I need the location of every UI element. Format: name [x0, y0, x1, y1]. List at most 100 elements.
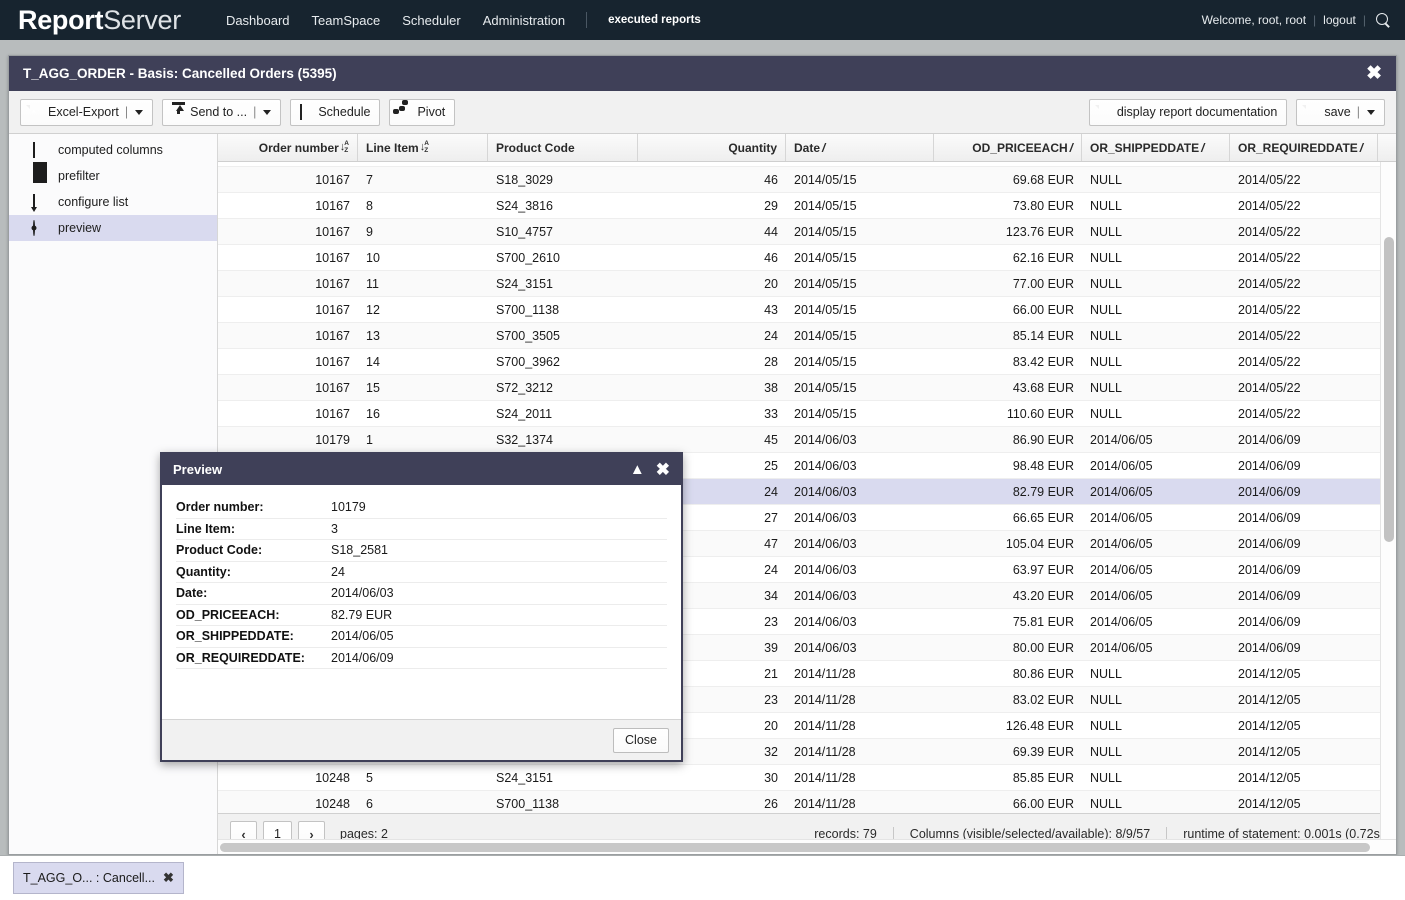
save-button[interactable]: save|: [1296, 99, 1385, 126]
table-row[interactable]: 101678S24_3816292014/05/1573.80 EURNULL2…: [218, 193, 1396, 219]
sidebar-item-computed-columns[interactable]: computed columns: [9, 137, 217, 163]
column-header-label: Date: [794, 141, 820, 155]
menu-divider: [586, 12, 587, 28]
dialog-field-row: OD_PRICEEACH:82.79 EUR: [176, 605, 667, 627]
table-cell-shipped: 2014/06/05: [1082, 453, 1230, 478]
table-cell-price: 69.68 EUR: [934, 167, 1082, 192]
table-row[interactable]: 101791S32_1374452014/06/0386.90 EUR2014/…: [218, 427, 1396, 453]
table-cell-required: 2014/06/09: [1230, 479, 1378, 504]
close-icon[interactable]: ✖: [656, 461, 670, 478]
chevron-down-icon[interactable]: [263, 110, 271, 115]
table-cell-price: 105.04 EUR: [934, 531, 1082, 556]
menu-item-administration[interactable]: Administration: [472, 13, 576, 28]
table-cell-line: 1: [358, 427, 488, 452]
filter-indicator-icon[interactable]: /: [822, 141, 825, 155]
table-cell-date: 2014/05/15: [786, 245, 934, 270]
table-cell-line: 11: [358, 271, 488, 296]
column-header-quantity[interactable]: Quantity: [638, 134, 786, 161]
search-icon[interactable]: [1376, 13, 1391, 28]
table-row[interactable]: 1016716S24_2011332014/05/15110.60 EURNUL…: [218, 401, 1396, 427]
horizontal-scrollbar-thumb[interactable]: [220, 843, 1370, 852]
schedule-button[interactable]: Schedule: [290, 99, 380, 126]
sidebar-item-configure-list[interactable]: configure list: [9, 189, 217, 215]
table-cell-price: 98.48 EUR: [934, 453, 1082, 478]
menu-item-executed-reports[interactable]: executed reports: [597, 14, 712, 26]
chevron-down-icon[interactable]: [1367, 110, 1375, 115]
column-header-product-code[interactable]: Product Code: [488, 134, 638, 161]
table-cell-date: 2014/11/28: [786, 687, 934, 712]
table-cell-line: 6: [358, 162, 488, 166]
table-row[interactable]: 1016711S24_3151202014/05/1577.00 EURNULL…: [218, 271, 1396, 297]
menu-item-teamspace[interactable]: TeamSpace: [301, 13, 392, 28]
vertical-scrollbar[interactable]: [1380, 162, 1396, 839]
table-cell-shipped: NULL: [1082, 661, 1230, 686]
taskbar-tab[interactable]: T_AGG_O... : Cancell... ✖: [13, 862, 184, 894]
column-header-label: OD_PRICEEACH: [972, 141, 1067, 155]
table-cell-price: 80.00 EUR: [934, 635, 1082, 660]
table-cell-line: 12: [358, 297, 488, 322]
dialog-field-value: 2014/06/03: [331, 586, 394, 600]
column-header-od-priceeach[interactable]: OD_PRICEEACH/: [934, 134, 1082, 161]
table-cell-required: 2014/06/09: [1230, 453, 1378, 478]
table-row[interactable]: 101679S10_4757442014/05/15123.76 EURNULL…: [218, 219, 1396, 245]
pivot-button[interactable]: Pivot: [389, 99, 455, 126]
column-header-or-shippeddate[interactable]: OR_SHIPPEDDATE/: [1082, 134, 1230, 161]
sort-indicator-icon[interactable]: ↓AZ: [340, 141, 349, 154]
filter-indicator-icon[interactable]: /: [1070, 141, 1073, 155]
close-button[interactable]: Close: [613, 728, 669, 753]
chevron-down-icon[interactable]: [135, 110, 143, 115]
table-cell-required: 2014/05/22: [1230, 401, 1378, 426]
table-cell-price: 63.97 EUR: [934, 557, 1082, 582]
table-cell-order: 10167: [218, 167, 358, 192]
table-cell-shipped: 2014/06/05: [1082, 505, 1230, 530]
dialog-field-row: Order number:10179: [176, 497, 667, 519]
table-cell-required: 2014/05/22: [1230, 271, 1378, 296]
table-row[interactable]: 1016710S700_2610462014/05/1562.16 EURNUL…: [218, 245, 1396, 271]
table-cell-line: 16: [358, 401, 488, 426]
filter-indicator-icon[interactable]: /: [1360, 141, 1363, 155]
display-report-documentation-button[interactable]: display report documentation: [1089, 99, 1288, 126]
column-header-or-requireddate[interactable]: OR_REQUIREDDATE/: [1230, 134, 1378, 161]
vertical-scrollbar-thumb[interactable]: [1384, 237, 1394, 542]
table-row[interactable]: 1016713S700_3505242014/05/1585.14 EURNUL…: [218, 323, 1396, 349]
sort-indicator-icon[interactable]: ↓AZ: [420, 141, 429, 154]
table-row[interactable]: 1016712S700_1138432014/05/1566.00 EURNUL…: [218, 297, 1396, 323]
dialog-field-value: 82.79 EUR: [331, 608, 392, 622]
column-header-date[interactable]: Date/: [786, 134, 934, 161]
menu-item-scheduler[interactable]: Scheduler: [391, 13, 472, 28]
dialog-field-row: Quantity:24: [176, 562, 667, 584]
table-cell-order: 10248: [218, 765, 358, 790]
close-icon[interactable]: ✖: [1366, 64, 1382, 83]
horizontal-scrollbar[interactable]: [218, 839, 1396, 854]
table-cell-date: 2014/05/15: [786, 401, 934, 426]
table-cell-shipped: NULL: [1082, 219, 1230, 244]
table-cell-price: 123.76 EUR: [934, 219, 1082, 244]
table-row[interactable]: 101677S18_3029462014/05/1569.68 EURNULL2…: [218, 167, 1396, 193]
send-to-button[interactable]: Send to ...|: [162, 99, 281, 126]
close-icon[interactable]: ✖: [163, 870, 174, 886]
table-cell-date: 2014/06/03: [786, 583, 934, 608]
table-cell-date: 2014/05/15: [786, 167, 934, 192]
filter-indicator-icon[interactable]: /: [1201, 141, 1204, 155]
table-cell-required: 2014/12/05: [1230, 687, 1378, 712]
table-cell-shipped: NULL: [1082, 765, 1230, 790]
table-row[interactable]: 1016715S72_3212382014/05/1543.68 EURNULL…: [218, 375, 1396, 401]
table-cell-required: 2014/06/09: [1230, 557, 1378, 582]
menu-item-dashboard[interactable]: Dashboard: [215, 13, 301, 28]
table-row[interactable]: 1016714S700_3962282014/05/1583.42 EURNUL…: [218, 349, 1396, 375]
table-cell-price: 83.42 EUR: [934, 349, 1082, 374]
table-cell-date: 2014/05/15: [786, 162, 934, 166]
table-cell-product: S18_2625: [488, 162, 638, 166]
chevron-up-icon[interactable]: ▲: [630, 462, 645, 477]
sidebar-item-prefilter[interactable]: prefilter: [9, 163, 217, 189]
table-cell-price: 86.90 EUR: [934, 427, 1082, 452]
logout-link[interactable]: logout: [1323, 13, 1356, 27]
excel-export-button[interactable]: xExcel-Export|: [20, 99, 153, 126]
table-row[interactable]: 102485S24_3151302014/11/2885.85 EURNULL2…: [218, 765, 1396, 791]
button-label: save: [1324, 105, 1350, 119]
sidebar-item-preview[interactable]: preview: [9, 215, 217, 241]
column-header-order-number[interactable]: Order number↓AZ: [218, 134, 358, 161]
table-cell-product: S24_3151: [488, 765, 638, 790]
column-header-line-item[interactable]: Line Item↓AZ: [358, 134, 488, 161]
table-cell-qty: 29: [638, 193, 786, 218]
